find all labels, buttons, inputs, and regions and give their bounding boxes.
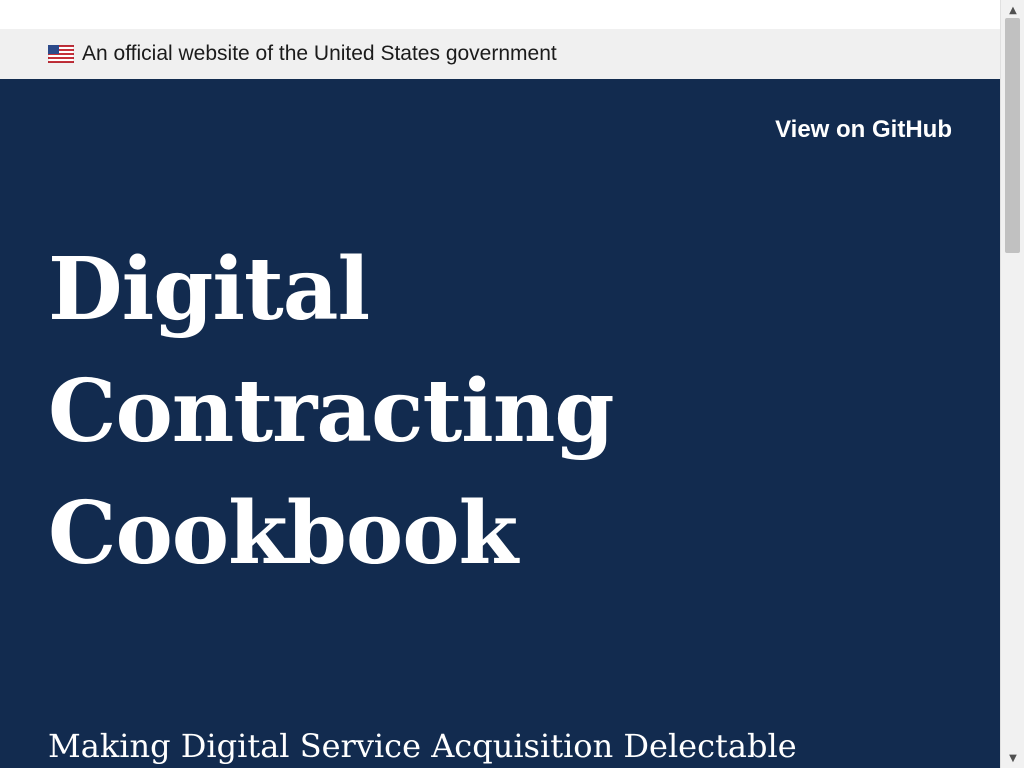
- tagline: Making Digital Service Acquisition Delec…: [48, 727, 797, 765]
- page-viewport: An official website of the United States…: [0, 0, 1000, 768]
- page-title: Digital Contracting Cookbook: [48, 229, 748, 595]
- scroll-down-arrow-icon[interactable]: ▼: [1001, 750, 1024, 766]
- us-flag-icon: [48, 45, 74, 63]
- title-line: Digital: [48, 239, 370, 340]
- title-line: Contracting: [48, 361, 615, 462]
- gov-banner: An official website of the United States…: [0, 29, 1000, 79]
- view-on-github-link[interactable]: View on GitHub: [775, 116, 952, 144]
- gov-banner-text: An official website of the United States…: [82, 42, 557, 65]
- scrollbar-thumb[interactable]: [1005, 18, 1020, 253]
- hero-section: View on GitHub Digital Contracting Cookb…: [0, 79, 1000, 768]
- title-line: Cookbook: [48, 483, 518, 584]
- vertical-scrollbar[interactable]: ▲ ▼: [1000, 0, 1024, 768]
- top-spacer: [0, 0, 1000, 29]
- scroll-up-arrow-icon[interactable]: ▲: [1001, 2, 1024, 18]
